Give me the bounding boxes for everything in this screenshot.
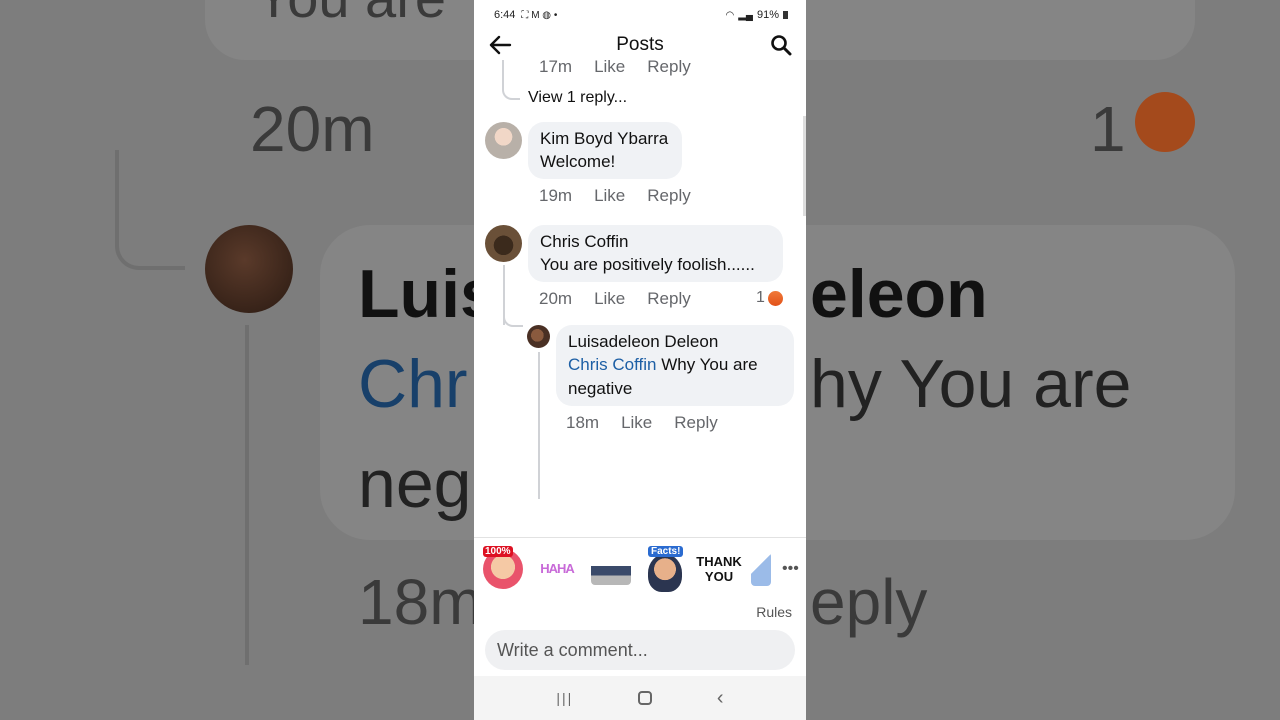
system-nav-bar: ||| ‹: [474, 676, 806, 720]
search-icon[interactable]: [770, 34, 792, 56]
page-title: Posts: [616, 34, 664, 55]
sticker-label: 100%: [483, 545, 513, 557]
sticker-label: Facts!: [648, 545, 684, 557]
like-button[interactable]: Like: [594, 289, 625, 309]
bg-mention-chr: Chr: [358, 346, 468, 422]
prev-reply-button[interactable]: Reply: [647, 60, 690, 77]
sticker-face: [648, 553, 682, 592]
comment-text-part: Why You are: [656, 355, 758, 374]
more-stickers-icon[interactable]: •••: [782, 560, 799, 578]
battery-level: 91%: [756, 9, 779, 21]
sticker-desk[interactable]: [588, 546, 634, 592]
comment-time: 19m: [539, 186, 573, 205]
thread-line-luis: [538, 352, 540, 499]
status-notification-icons: ⛶ M ◍ •: [521, 9, 558, 21]
bg-angry-emoji-icon: [1135, 92, 1195, 152]
avatar-kim[interactable]: [485, 122, 522, 159]
thread-hook-chris: [503, 305, 523, 327]
recent-apps-icon[interactable]: |||: [556, 690, 573, 706]
sticker-facts[interactable]: Facts!: [642, 545, 688, 592]
avatar-chris[interactable]: [485, 225, 522, 262]
comment-bubble-luis: Luisadeleon Deleon Chris Coffin Why You …: [556, 325, 794, 406]
bg-text-neg: neg: [358, 446, 472, 522]
bg-name-eleon: eleon: [810, 256, 988, 332]
sticker-label: THANK YOU: [696, 553, 742, 584]
phone-screen: 6:44 ⛶ M ◍ • ◠ ▂▄ 91% Posts 17m Like Rep…: [474, 0, 806, 720]
comment-author[interactable]: Luisadeleon Deleon: [568, 331, 782, 353]
back-arrow-icon[interactable]: [488, 34, 512, 56]
thread-hook-prev: [502, 70, 520, 100]
comments-feed: 17m Like Reply View 1 reply... Kim Boyd …: [474, 60, 806, 537]
comment-text: Welcome!: [540, 152, 616, 171]
comment-time: 20m: [539, 289, 573, 308]
bg-count: 1: [1090, 93, 1126, 165]
bg-text-why-you-are: hy You are: [810, 346, 1132, 422]
reply-button[interactable]: Reply: [674, 413, 717, 433]
kim-comment-meta: 19m Like Reply: [539, 186, 691, 206]
comment-input[interactable]: Write a comment...: [485, 630, 795, 670]
sticker-label: HAHA: [540, 561, 575, 576]
header: Posts: [474, 30, 806, 60]
bg-text-you-are: You are: [255, 0, 446, 30]
comment-text: You are positively foolish......: [540, 255, 755, 274]
sticker-partial[interactable]: [750, 546, 772, 592]
comment-author[interactable]: Chris Coffin: [540, 231, 771, 253]
reply-button[interactable]: Reply: [647, 186, 690, 206]
bg-thread-line: [245, 325, 249, 665]
mention-link[interactable]: Chris Coffin: [568, 355, 657, 374]
scrollbar[interactable]: [803, 116, 806, 216]
angry-emoji-icon: [767, 290, 783, 306]
status-bar: 6:44 ⛶ M ◍ • ◠ ▂▄ 91%: [474, 0, 806, 30]
bg-thread-hook: [115, 150, 185, 270]
prev-like-button[interactable]: Like: [594, 60, 625, 77]
bg-time-20m: 20m: [250, 93, 375, 165]
luis-comment-meta: 18m Like Reply: [566, 413, 718, 433]
comment-author[interactable]: Kim Boyd Ybarra: [540, 128, 670, 150]
battery-icon: [783, 11, 788, 19]
sticker-thank-you[interactable]: THANK YOU: [696, 546, 742, 592]
status-time: 6:44: [494, 9, 516, 21]
sticker-figure: [591, 552, 631, 585]
sticker-haha[interactable]: HAHA: [534, 546, 580, 592]
rules-link[interactable]: Rules: [756, 604, 792, 620]
chris-comment-meta: 20m Like Reply: [539, 289, 691, 309]
bg-time-18m: 18m: [358, 566, 483, 638]
comment-time: 18m: [566, 413, 600, 432]
comment-bubble-chris: Chris Coffin You are positively foolish.…: [528, 225, 783, 282]
like-button[interactable]: Like: [621, 413, 652, 433]
bg-avatar: [205, 225, 293, 313]
back-nav-icon[interactable]: ‹: [717, 687, 724, 710]
wifi-icon: ◠: [725, 9, 735, 21]
bg-text-reply: eply: [810, 566, 928, 638]
comment-bubble-kim: Kim Boyd Ybarra Welcome!: [528, 122, 682, 179]
comment-text-line2: negative: [568, 379, 633, 398]
home-icon[interactable]: [638, 691, 653, 705]
like-button[interactable]: Like: [594, 186, 625, 206]
avatar-luis[interactable]: [527, 325, 550, 348]
sticker-100[interactable]: 100%: [480, 545, 526, 592]
view-replies-link[interactable]: View 1 reply...: [528, 89, 627, 107]
prev-comment-time: 17m: [539, 60, 573, 76]
signal-icon: ▂▄: [738, 9, 753, 21]
comment-text: Chris Coffin Why You are: [568, 353, 782, 377]
prev-comment-meta: 17m Like Reply: [539, 60, 691, 77]
sticker-tray: 100% HAHA Facts! THANK YOU •••: [474, 537, 806, 599]
reply-button[interactable]: Reply: [647, 289, 690, 309]
sticker-figure: [751, 551, 771, 586]
reaction-count: 1: [756, 289, 765, 306]
reaction-summary[interactable]: 1: [756, 289, 783, 307]
